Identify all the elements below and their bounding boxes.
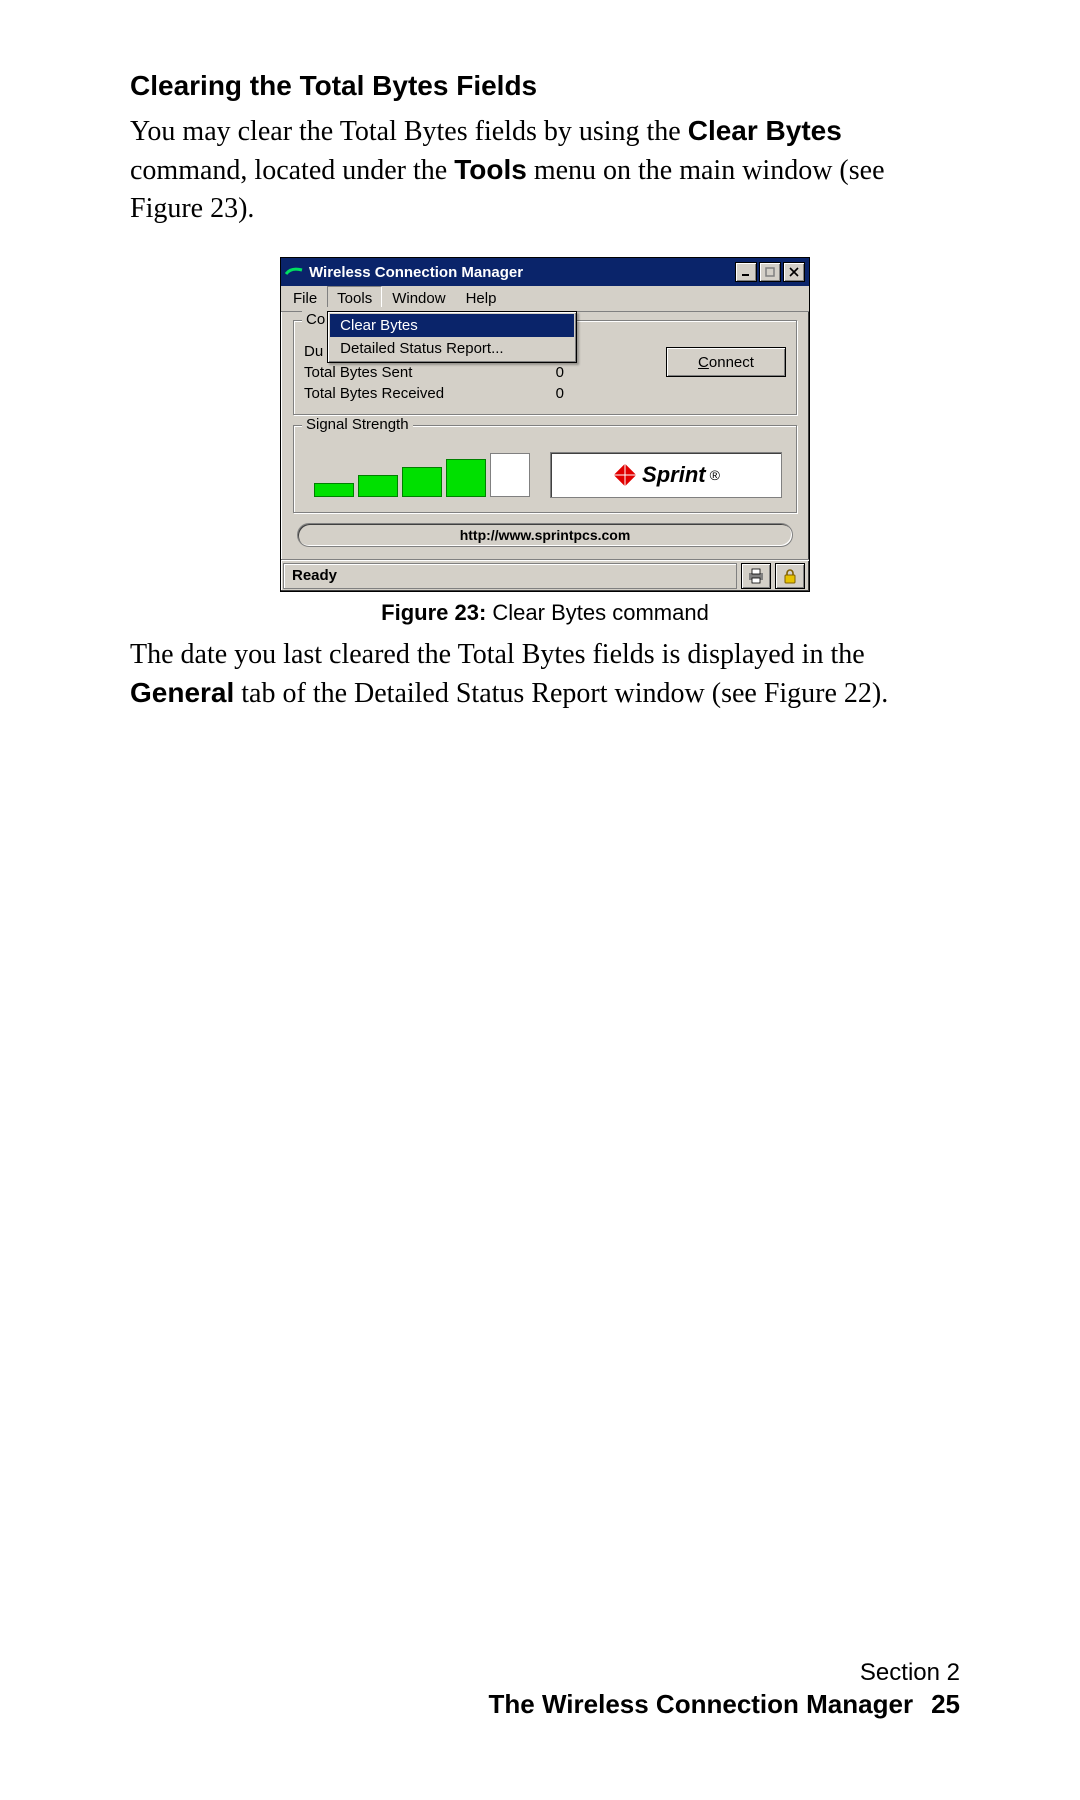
signal-groupbox: Signal Strength [293,425,797,513]
maximize-button[interactable] [759,262,781,282]
signal-bars [308,453,530,497]
signal-bar-3 [402,467,442,497]
bold-text: General [130,677,234,708]
text: command, located under the [130,155,454,186]
status-icon-lock[interactable] [775,563,805,589]
section-heading: Clearing the Total Bytes Fields [130,70,960,102]
connect-button-text: onnect [709,354,754,371]
menubar: File Tools Clear Bytes Detailed Status R… [281,286,809,312]
signal-bar-1 [314,483,354,497]
bytes-sent-label: Total Bytes Sent [304,364,412,381]
sprint-logo: Sprint® [550,452,782,498]
menu-item-clear-bytes[interactable]: Clear Bytes [330,314,574,337]
connect-button-accel: C [698,354,709,371]
bytes-sent-value: 0 [556,364,564,381]
figure-caption-text: Clear Bytes command [486,600,709,625]
bold-text: Tools [454,154,527,185]
close-button[interactable] [783,262,805,282]
footer-title-text: The Wireless Connection Manager [489,1689,914,1719]
minimize-button[interactable] [735,262,757,282]
sprint-logo-text: Sprint [642,462,706,488]
menu-window[interactable]: Window [382,286,455,311]
sprint-diamond-icon [612,462,638,488]
app-icon [285,265,303,279]
status-text: Ready [283,563,737,589]
duration-label-truncated: Du [304,343,323,360]
bytes-sent-row: Total Bytes Sent 0 [304,362,564,383]
intro-paragraph: You may clear the Total Bytes fields by … [130,112,960,227]
follow-paragraph: The date you last cleared the Total Byte… [130,636,960,713]
signal-group-label: Signal Strength [302,416,413,433]
signal-bar-5-empty [490,453,530,497]
figure-caption: Figure 23: Clear Bytes command [130,600,960,626]
window-titlebar: Wireless Connection Manager [281,258,809,286]
text: You may clear the Total Bytes fields by … [130,116,688,147]
connection-group-label: Co [302,311,329,328]
connect-button[interactable]: Connect [666,347,786,377]
menu-file[interactable]: File [283,286,327,311]
signal-bar-4 [446,459,486,497]
status-bar: Ready [281,559,809,591]
footer-section: Section 2 [489,1659,960,1687]
url-bar[interactable]: http://www.sprintpcs.com [297,523,793,547]
app-window: Wireless Connection Manager File [280,257,810,592]
footer-title: The Wireless Connection Manager 25 [489,1689,960,1720]
page-footer: Section 2 The Wireless Connection Manage… [489,1659,960,1720]
bytes-received-value: 0 [556,385,564,402]
bytes-received-row: Total Bytes Received 0 [304,383,564,404]
text: The date you last cleared the Total Byte… [130,639,865,670]
text: tab of the Detailed Status Report window… [234,678,888,709]
page-number: 25 [931,1689,960,1719]
figure-23: Wireless Connection Manager File [130,257,960,626]
bold-text: Clear Bytes [688,115,842,146]
menu-help[interactable]: Help [456,286,507,311]
tools-dropdown: Clear Bytes Detailed Status Report... [327,311,577,363]
signal-bar-2 [358,475,398,497]
bytes-received-label: Total Bytes Received [304,385,444,402]
status-icon-printer[interactable] [741,563,771,589]
menu-item-detailed-status[interactable]: Detailed Status Report... [330,337,574,360]
menu-tools[interactable]: Tools [327,286,382,307]
figure-label: Figure 23: [381,600,486,625]
window-title: Wireless Connection Manager [309,264,735,281]
